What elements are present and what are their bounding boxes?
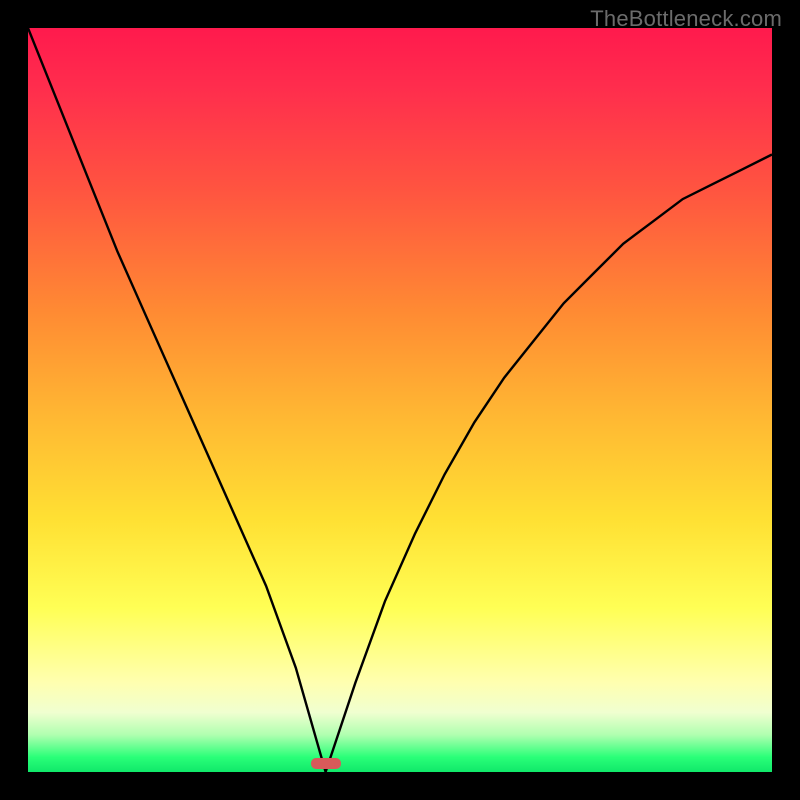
- watermark-text: TheBottleneck.com: [590, 6, 782, 32]
- plot-area: [28, 28, 772, 772]
- chart-frame: TheBottleneck.com: [0, 0, 800, 800]
- optimal-point-marker: [311, 758, 341, 769]
- bottleneck-curve: [28, 28, 772, 772]
- curve-path: [28, 28, 772, 772]
